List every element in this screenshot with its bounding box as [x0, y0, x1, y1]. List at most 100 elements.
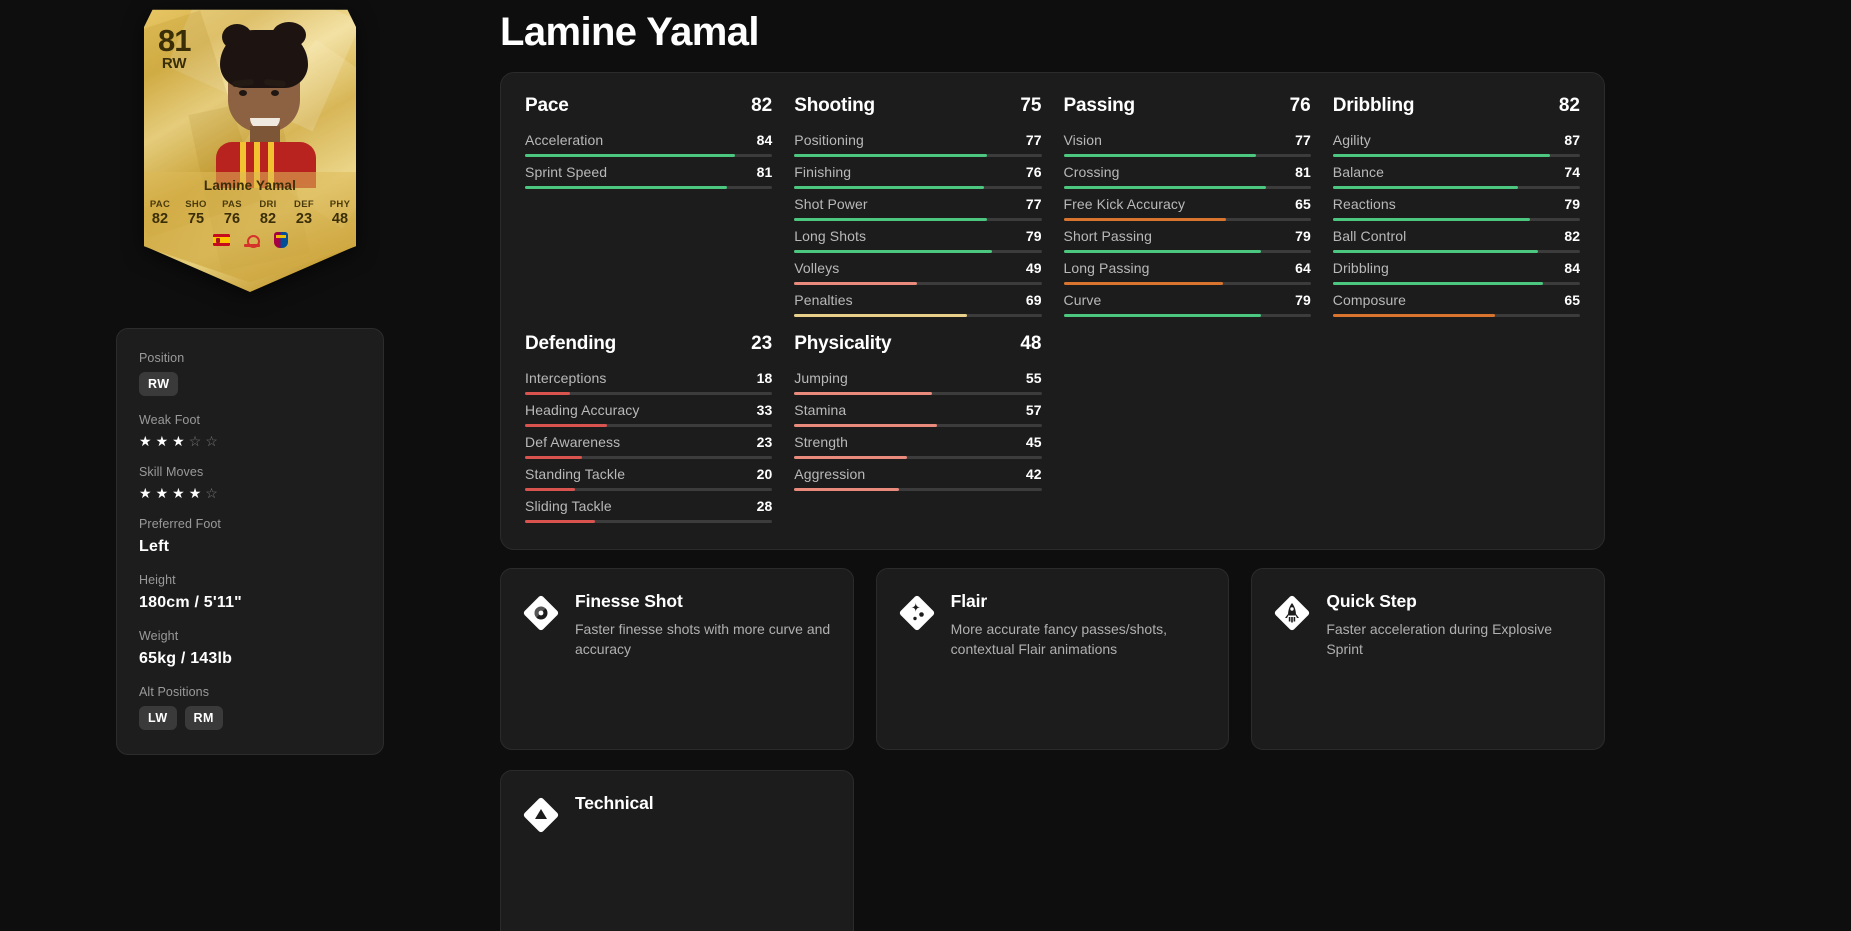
attribute-bar-fill: [794, 154, 987, 157]
info-weight-value: 65kg / 143lb: [139, 650, 233, 667]
attribute-bar-track: [1063, 314, 1311, 317]
playstyle-description: Faster finesse shots with more curve and…: [575, 621, 831, 657]
attribute-row: Long Passing 64: [1063, 253, 1311, 285]
playstyle-card-technical[interactable]: Technical: [500, 770, 854, 931]
fut-card-wrapper: 81 RW Lamine Yamal PAC 82 SHO 75 PAS 76 DRI 82 D…: [0, 4, 500, 292]
attribute-bar-fill: [1063, 186, 1266, 189]
playstyle-card-finesse-shot[interactable]: Finesse Shot Faster finesse shots with mo…: [500, 568, 854, 750]
attribute-row: Ball Control 82: [1332, 221, 1580, 253]
attribute-row-top: Ball Control 82: [1333, 228, 1580, 244]
fut-player-card[interactable]: 81 RW Lamine Yamal PAC 82 SHO 75 PAS 76 DRI 82 D…: [144, 4, 356, 292]
info-weight: Weight 65kg / 143lb: [139, 629, 361, 668]
attribute-row: Stamina 57: [794, 395, 1042, 427]
attribute-bar-track: [794, 218, 1042, 221]
attribute-name: Sliding Tackle: [525, 498, 612, 514]
attribute-name: Long Passing: [1063, 260, 1150, 276]
info-alt-positions: Alt Positions LW RM: [139, 685, 361, 730]
attribute-row: Sprint Speed 81: [525, 157, 773, 189]
attribute-bar-track: [794, 424, 1042, 427]
attribute-bar-track: [794, 186, 1042, 189]
alt-position-chip-lw[interactable]: LW: [139, 706, 177, 730]
attribute-value: 23: [756, 434, 773, 450]
playstyle-body: Finesse Shot Faster finesse shots with mo…: [575, 591, 831, 727]
attribute-value: 55: [1025, 370, 1042, 386]
skill-moves-star: ★: [188, 485, 202, 501]
attribute-name: Volleys: [794, 260, 840, 276]
playstyle-card-quick-step[interactable]: Quick Step Faster acceleration during Exp…: [1251, 568, 1605, 750]
attribute-row: Standing Tackle 20: [525, 459, 773, 491]
attribute-row: Penalties 69: [794, 285, 1042, 317]
attribute-row: Strength 45: [794, 427, 1042, 459]
attribute-row-top: Jumping 55: [794, 370, 1041, 386]
playstyle-title: Finesse Shot: [575, 591, 683, 611]
attribute-row: Aggression 42: [794, 459, 1042, 491]
attribute-name: Composure: [1332, 292, 1407, 308]
attribute-name: Heading Accuracy: [525, 402, 640, 418]
attribute-name: Stamina: [794, 402, 847, 418]
attribute-grid-row-1: Pace 82 Acceleration 84 Sprint Speed 81 Shooti…: [525, 95, 1580, 317]
attribute-value: 20: [756, 466, 773, 482]
attribute-bar-fill: [1332, 282, 1543, 285]
attribute-row-top: Dribbling 84: [1333, 260, 1580, 276]
attribute-bar-fill: [525, 520, 595, 523]
attribute-value: 84: [1564, 260, 1580, 276]
skill-moves-star: ★: [155, 485, 169, 501]
card-stat-value: 82: [151, 211, 169, 227]
position-chip[interactable]: RW: [139, 372, 179, 396]
attribute-row-top: Positioning 77: [794, 132, 1041, 148]
attribute-row: Finishing 76: [794, 157, 1042, 189]
attribute-row: Composure 65: [1332, 285, 1580, 317]
attribute-row: Interceptions 18: [525, 363, 773, 395]
attribute-row: Dribbling 84: [1332, 253, 1580, 285]
card-lower-section: Lamine Yamal PAC 82 SHO 75 PAS 76 DRI 82 DEF 23 PH…: [144, 172, 356, 283]
info-weight-label: Weight: [139, 629, 179, 643]
attribute-bar-fill: [794, 392, 932, 395]
card-stat-phy: PHY 48: [327, 199, 353, 227]
attribute-bar-track: [794, 154, 1042, 157]
attribute-group-pace: Pace 82 Acceleration 84 Sprint Speed 81: [525, 95, 773, 317]
attribute-row-top: Short Passing 79: [1064, 228, 1311, 244]
info-position-label: Position: [139, 351, 185, 365]
attribute-row: Acceleration 84: [525, 125, 773, 157]
card-stat-label: PAC: [149, 199, 171, 210]
weak-foot-star: ★: [155, 433, 169, 449]
playstyles-row-2: Technical: [500, 770, 1605, 931]
quick-step-icon: [1272, 593, 1312, 633]
attribute-row-top: Composure 65: [1333, 292, 1580, 308]
attribute-row: Heading Accuracy 33: [525, 395, 773, 427]
attribute-row: Positioning 77: [794, 125, 1042, 157]
attribute-group-name: Pace: [525, 95, 569, 116]
attribute-value: 79: [1295, 292, 1311, 308]
attribute-bar-fill: [794, 424, 937, 427]
card-stat-value: 48: [331, 211, 349, 227]
attribute-row: Crossing 81: [1063, 157, 1311, 189]
attribute-bar-track: [1332, 154, 1580, 157]
attribute-value: 77: [1025, 132, 1042, 148]
attribute-group-value: 48: [1020, 333, 1042, 354]
card-stat-value: 23: [295, 211, 313, 227]
attribute-group-physicality: Physicality 48 Jumping 55 Stamina 57 Strength 4…: [794, 333, 1042, 523]
attribute-value: 77: [1295, 132, 1311, 148]
attribute-bar-fill: [1063, 154, 1256, 157]
attribute-row: Vision 77: [1063, 125, 1311, 157]
attribute-bar-fill: [525, 488, 575, 491]
card-stat-row: PAC 82 SHO 75 PAS 76 DRI 82 DEF 23 PHY 48: [144, 199, 356, 227]
attribute-value: 45: [1025, 434, 1042, 450]
attribute-group-value: 75: [1020, 95, 1042, 116]
attribute-name: Acceleration: [525, 132, 604, 148]
playstyle-card-flair[interactable]: Flair More accurate fancy passes/shots, c…: [875, 568, 1230, 750]
card-stat-sho: SHO 75: [183, 199, 209, 227]
playstyle-title: Flair: [950, 591, 988, 611]
attribute-bar-fill: [525, 186, 728, 189]
attribute-bar-track: [794, 250, 1042, 253]
attribute-group-value: 82: [751, 95, 773, 116]
attribute-row-top: Heading Accuracy 33: [525, 402, 772, 418]
alt-position-chip-rm[interactable]: RM: [184, 706, 223, 730]
attribute-value: 64: [1295, 260, 1311, 276]
card-stat-label: PAS: [222, 199, 242, 210]
attribute-value: 79: [1564, 196, 1580, 212]
attribute-group-value: 76: [1289, 95, 1311, 116]
attribute-group-name: Shooting: [794, 95, 875, 116]
attribute-name: Penalties: [794, 292, 853, 308]
info-position: Position RW: [139, 351, 361, 396]
